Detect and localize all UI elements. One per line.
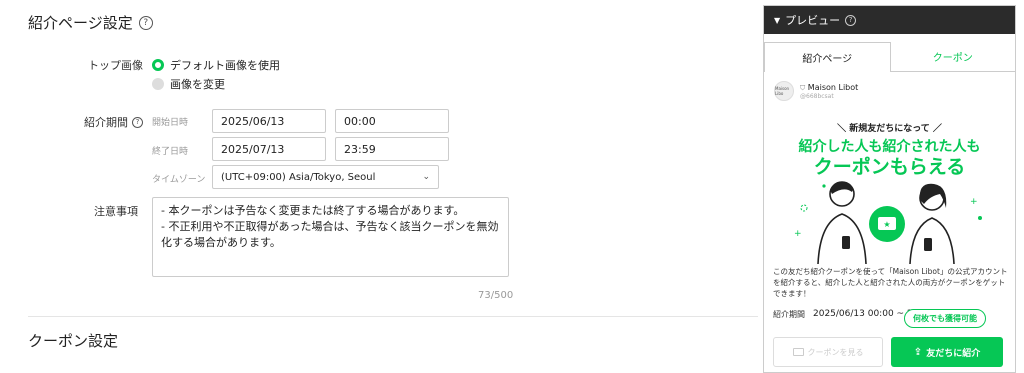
- caret-down-icon: ▼: [774, 15, 781, 25]
- preview-header[interactable]: ▼ プレビュー ?: [764, 6, 1015, 34]
- avatar: Maison Libo: [774, 81, 794, 101]
- coupon-description: この友だち紹介クーポンを使って「Maison Libot」の公式アカウントを紹介…: [773, 267, 1008, 298]
- notes-textarea[interactable]: - 本クーポンは予告なく変更または終了する場合があります。 - 不正利用や不正取…: [152, 197, 509, 277]
- intro-settings-title: 紹介ページ設定: [28, 14, 133, 32]
- start-time-input[interactable]: 00:00: [335, 109, 449, 133]
- friends-illustration: ★ + +: [794, 181, 982, 264]
- chevron-down-icon: ⌄: [422, 172, 430, 182]
- notes-label: 注意事項: [94, 205, 138, 218]
- char-counter: 73/500: [478, 290, 514, 301]
- page-title: 紹介ページ設定 ?: [28, 12, 153, 33]
- end-date-input[interactable]: 2025/07/13: [212, 137, 326, 161]
- banner-subtitle: ＼ 新規友だちになって ／: [837, 124, 942, 134]
- account-handle: @668bcsat: [800, 92, 834, 100]
- svg-text:★: ★: [883, 220, 890, 229]
- end-time-input[interactable]: 23:59: [335, 137, 449, 161]
- end-datetime-label: 終了日時: [152, 147, 189, 157]
- preview-period: 紹介期間 2025/06/13 00:00 ~ 20: [773, 309, 919, 319]
- help-icon[interactable]: ?: [138, 15, 153, 30]
- svg-text:+: +: [794, 229, 802, 239]
- account-info: Maison Libo ⛉ Maison Libot @668bcsat: [774, 81, 858, 101]
- section-divider: [28, 316, 758, 317]
- svg-text:+: +: [970, 197, 978, 207]
- coupon-settings-title: クーポン設定: [28, 332, 119, 350]
- top-image-label: トップ画像: [88, 59, 143, 72]
- timezone-select[interactable]: (UTC+09:00) Asia/Tokyo, Seoul ⌄: [212, 165, 439, 189]
- coupon-icon: [792, 348, 804, 356]
- radio-selected-icon: [152, 59, 164, 71]
- preview-tabs: 紹介ページ クーポン: [764, 42, 1015, 72]
- view-coupon-button[interactable]: クーポンを見る: [773, 337, 883, 367]
- radio-default-image[interactable]: デフォルト画像を使用: [152, 57, 280, 73]
- account-name: ⛉ Maison Libot: [800, 82, 859, 92]
- timezone-label: タイムゾーン: [152, 175, 206, 185]
- tab-coupon[interactable]: クーポン: [890, 42, 1015, 72]
- period-label: 紹介期間 ?: [84, 114, 143, 130]
- start-date-input[interactable]: 2025/06/13: [212, 109, 326, 133]
- shield-icon: ⛉: [800, 83, 806, 92]
- share-icon: ⇪: [913, 346, 923, 358]
- banner-title-line2: クーポンもらえる: [813, 156, 966, 178]
- radio-unselected-icon: [152, 78, 164, 90]
- unlimited-badge: 何枚でも獲得可能: [904, 309, 986, 328]
- radio-change-image[interactable]: 画像を変更: [152, 76, 225, 92]
- tab-intro-page[interactable]: 紹介ページ: [764, 42, 891, 72]
- help-icon[interactable]: ?: [845, 14, 857, 26]
- preview-panel: ▼ プレビュー ? 紹介ページ クーポン Maison Libo ⛉ Maiso…: [763, 5, 1016, 373]
- help-icon[interactable]: ?: [132, 116, 143, 128]
- share-friend-button[interactable]: ⇪ 友だちに紹介: [891, 337, 1003, 367]
- start-datetime-label: 開始日時: [152, 118, 189, 128]
